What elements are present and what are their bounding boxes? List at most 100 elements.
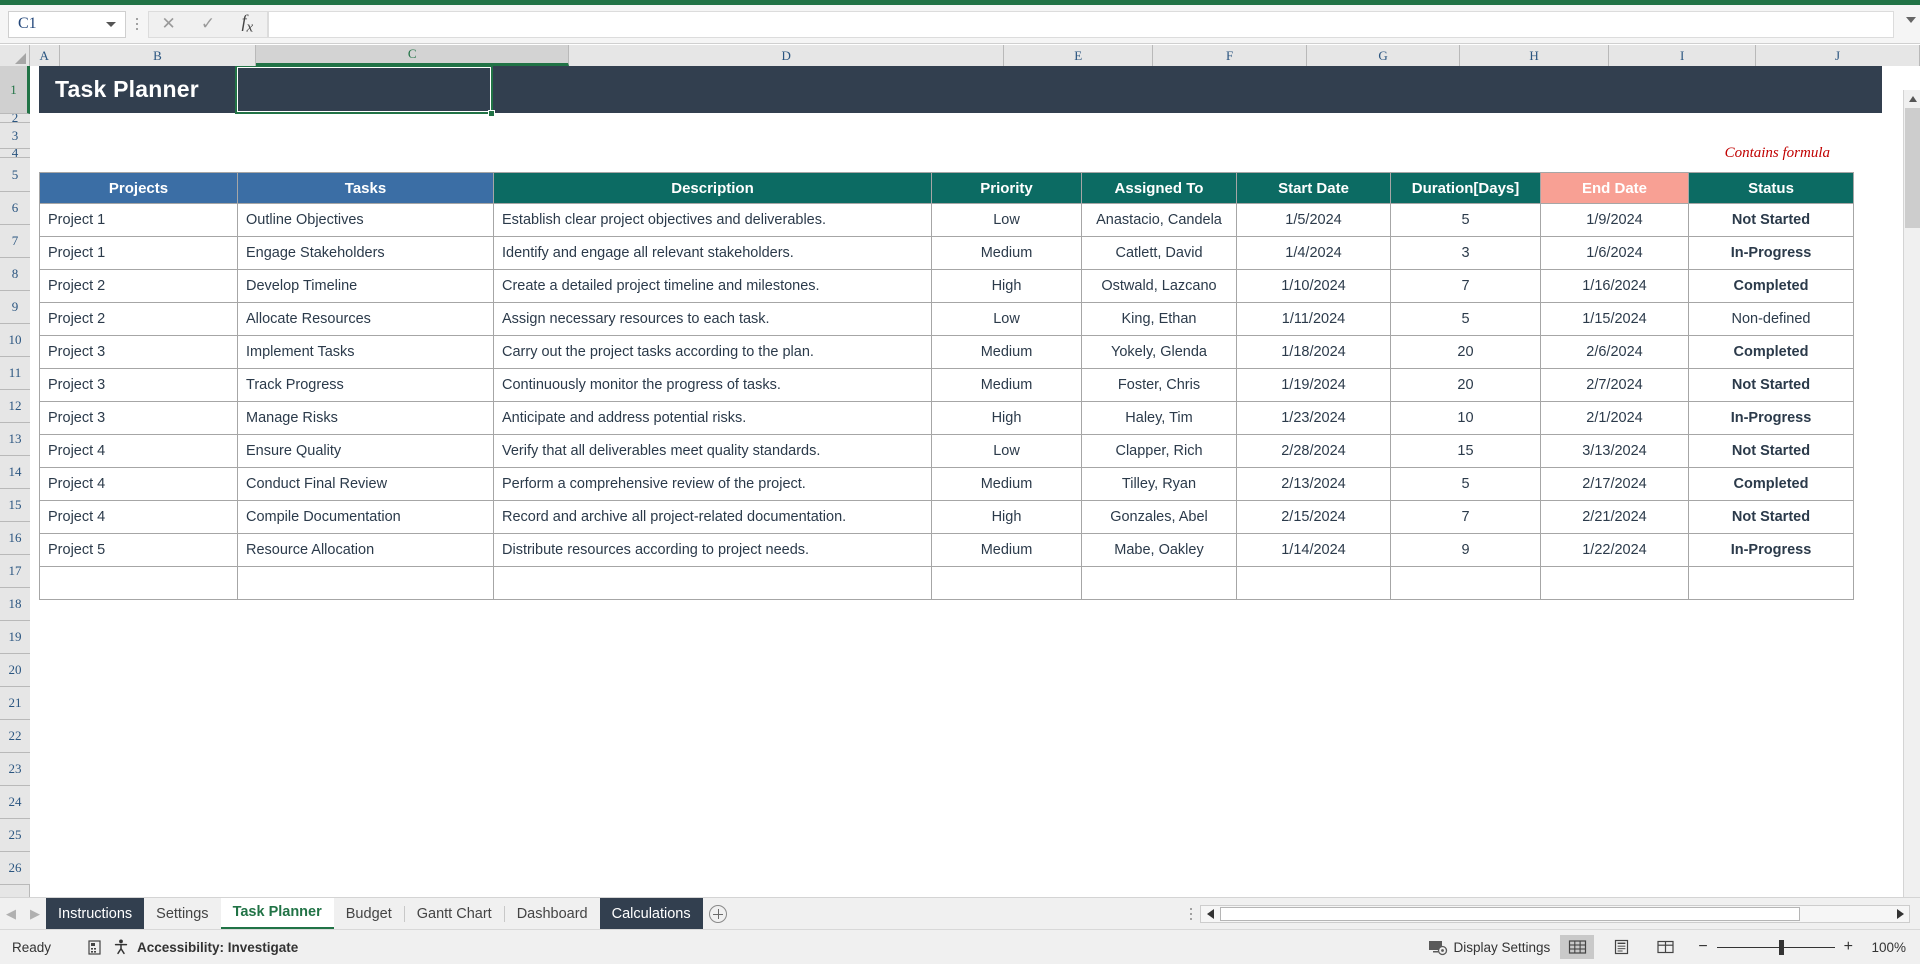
close-icon[interactable]: ✕ [152, 12, 186, 37]
row-header-8[interactable]: 8 [0, 258, 30, 291]
row-header-9[interactable]: 9 [0, 291, 30, 324]
row-header-17[interactable]: 17 [0, 555, 30, 588]
select-all-corner[interactable] [0, 45, 30, 66]
scrollbar-resize-handle[interactable] [1190, 907, 1200, 920]
column-header-description[interactable]: Description [493, 172, 932, 204]
cell-duration[interactable]: 10 [1390, 401, 1541, 435]
row-header-15[interactable]: 15 [0, 489, 30, 522]
column-header-end-date[interactable]: End Date [1540, 172, 1689, 204]
cell-description[interactable]: Create a detailed project timeline and m… [493, 269, 932, 303]
display-settings-button[interactable]: Display Settings [1428, 939, 1550, 956]
cell-end-date[interactable]: 1/22/2024 [1540, 533, 1689, 567]
cell-start-date[interactable]: 1/11/2024 [1236, 302, 1391, 336]
table-row-empty[interactable] [39, 566, 1854, 600]
column-header-d[interactable]: D [569, 45, 1005, 66]
cell-status[interactable]: In-Progress [1688, 401, 1854, 435]
table-row[interactable]: Project 2 Develop Timeline Create a deta… [39, 269, 1854, 303]
cell-duration[interactable]: 20 [1390, 335, 1541, 369]
cell-start-date[interactable]: 1/4/2024 [1236, 236, 1391, 270]
cell-assigned-to[interactable]: Ostwald, Lazcano [1081, 269, 1237, 303]
cell-task[interactable]: Outline Objectives [237, 203, 494, 237]
cell-assigned-to[interactable]: Mabe, Oakley [1081, 533, 1237, 567]
cell-status[interactable]: In-Progress [1688, 236, 1854, 270]
cell-empty[interactable] [493, 566, 932, 600]
column-header-duration[interactable]: Duration[Days] [1390, 172, 1541, 204]
column-header-j[interactable]: J [1756, 45, 1920, 66]
zoom-slider-handle[interactable] [1778, 939, 1784, 955]
cell-status[interactable]: Not Started [1688, 203, 1854, 237]
column-header-h[interactable]: H [1460, 45, 1610, 66]
sheet-tab-settings[interactable]: Settings [144, 898, 220, 930]
cell-priority[interactable]: Low [931, 203, 1082, 237]
cell-duration[interactable]: 7 [1390, 500, 1541, 534]
row-header-1[interactable]: 1 [0, 66, 30, 114]
cell-start-date[interactable]: 1/23/2024 [1236, 401, 1391, 435]
row-header-22[interactable]: 22 [0, 720, 30, 753]
fx-icon[interactable]: fx [230, 11, 264, 37]
column-header-projects[interactable]: Projects [39, 172, 238, 204]
cell-start-date[interactable]: 1/14/2024 [1236, 533, 1391, 567]
name-box[interactable]: C1 [8, 10, 126, 38]
table-row[interactable]: Project 4 Conduct Final Review Perform a… [39, 467, 1854, 501]
scroll-right-icon[interactable] [1891, 905, 1909, 922]
table-row[interactable]: Project 3 Implement Tasks Carry out the … [39, 335, 1854, 369]
cell-priority[interactable]: Low [931, 302, 1082, 336]
cell-duration[interactable]: 9 [1390, 533, 1541, 567]
next-sheet-icon[interactable]: ▶ [30, 906, 40, 922]
vertical-scrollbar[interactable] [1903, 90, 1920, 942]
cell-empty[interactable] [1081, 566, 1237, 600]
cell-task[interactable]: Resource Allocation [237, 533, 494, 567]
cell-project[interactable]: Project 4 [39, 467, 238, 501]
row-header-26[interactable]: 26 [0, 852, 30, 885]
cell-end-date[interactable]: 3/13/2024 [1540, 434, 1689, 468]
cell-task[interactable]: Manage Risks [237, 401, 494, 435]
cell-duration[interactable]: 5 [1390, 203, 1541, 237]
cell-status[interactable]: Completed [1688, 335, 1854, 369]
sheet-canvas[interactable]: Task Planner Contains formula Projects T… [30, 66, 1902, 897]
horizontal-scrollbar[interactable] [1200, 904, 1910, 923]
check-icon[interactable]: ✓ [191, 12, 225, 37]
formula-bar-handle[interactable] [126, 11, 148, 38]
cell-status[interactable]: In-Progress [1688, 533, 1854, 567]
page-layout-view-button[interactable] [1604, 935, 1638, 959]
column-header-priority[interactable]: Priority [931, 172, 1082, 204]
cell-task[interactable]: Develop Timeline [237, 269, 494, 303]
vertical-scroll-thumb[interactable] [1905, 108, 1920, 228]
table-row[interactable]: Project 2 Allocate Resources Assign nece… [39, 302, 1854, 336]
row-header-11[interactable]: 11 [0, 357, 30, 390]
cell-end-date[interactable]: 2/7/2024 [1540, 368, 1689, 402]
row-header-19[interactable]: 19 [0, 621, 30, 654]
cell-assigned-to[interactable]: Clapper, Rich [1081, 434, 1237, 468]
cell-project[interactable]: Project 2 [39, 302, 238, 336]
cell-priority[interactable]: High [931, 500, 1082, 534]
cell-start-date[interactable]: 1/5/2024 [1236, 203, 1391, 237]
column-header-e[interactable]: E [1004, 45, 1154, 66]
cell-status[interactable]: Not Started [1688, 434, 1854, 468]
cell-start-date[interactable]: 1/10/2024 [1236, 269, 1391, 303]
zoom-slider[interactable] [1716, 939, 1835, 955]
column-header-i[interactable]: I [1609, 45, 1757, 66]
row-header-21[interactable]: 21 [0, 687, 30, 720]
column-header-f[interactable]: F [1153, 45, 1308, 66]
cell-task[interactable]: Allocate Resources [237, 302, 494, 336]
macro-record-icon[interactable] [78, 939, 112, 956]
cell-description[interactable]: Anticipate and address potential risks. [493, 401, 932, 435]
sheet-tab-calculations[interactable]: Calculations [599, 897, 703, 930]
cell-task[interactable]: Implement Tasks [237, 335, 494, 369]
cell-empty[interactable] [237, 566, 494, 600]
cell-project[interactable]: Project 4 [39, 434, 238, 468]
chevron-down-icon[interactable] [106, 22, 116, 27]
cell-description[interactable]: Establish clear project objectives and d… [493, 203, 932, 237]
cell-description[interactable]: Verify that all deliverables meet qualit… [493, 434, 932, 468]
column-header-g[interactable]: G [1307, 45, 1461, 66]
table-row[interactable]: Project 3 Manage Risks Anticipate and ad… [39, 401, 1854, 435]
cell-end-date[interactable]: 2/17/2024 [1540, 467, 1689, 501]
cell-duration[interactable]: 7 [1390, 269, 1541, 303]
normal-view-button[interactable] [1560, 935, 1595, 959]
cell-end-date[interactable]: 1/16/2024 [1540, 269, 1689, 303]
row-header-10[interactable]: 10 [0, 324, 30, 357]
column-header-c[interactable]: C [256, 45, 570, 66]
cell-project[interactable]: Project 4 [39, 500, 238, 534]
cell-end-date[interactable]: 2/6/2024 [1540, 335, 1689, 369]
cell-start-date[interactable]: 2/28/2024 [1236, 434, 1391, 468]
